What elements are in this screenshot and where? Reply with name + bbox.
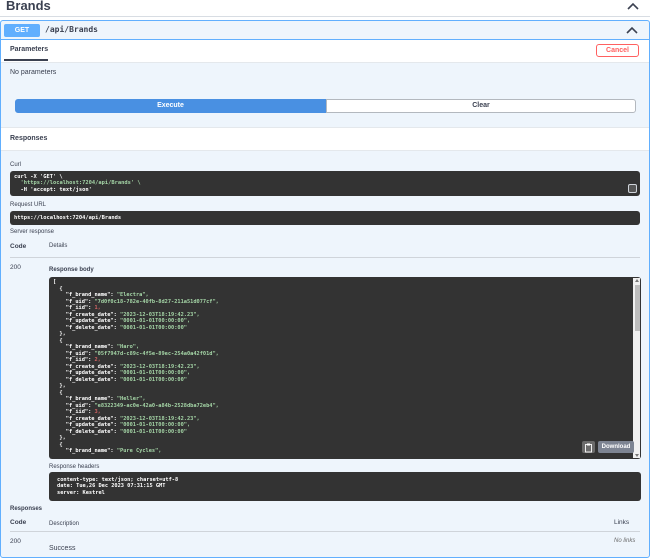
response-body-json: [ { "f_brand_name": "Electra", "f_uid": … [53,279,219,455]
parameters-header: Parameters Cancel [1,40,649,63]
documented-responses-title: Responses [10,506,43,512]
clipboard-glyph [585,443,592,453]
execute-button[interactable]: Execute [15,99,326,113]
response-headers-block[interactable]: content-type: text/json; charset=utf-8 da… [49,472,641,501]
operation-block-get-brands: GET /api/Brands Parameters Cancel No par… [0,20,650,558]
response-body-line: "f_brand_name": "Pure Cycles", [65,448,162,454]
chevron-up-icon[interactable] [625,24,639,38]
chevron-up-icon[interactable] [626,0,640,14]
tag-section-header[interactable]: Brands [0,0,650,17]
column-code: Code [10,243,27,250]
server-response-label: Server response [10,229,55,235]
responses-title: Responses [10,135,48,142]
doc-column-code: Code [10,519,27,526]
doc-response-description: Success [49,545,76,552]
response-headers-text: content-type: text/json; charset=utf-8 da… [57,477,178,496]
active-tab-indicator [4,59,48,61]
tag-title: Brands [6,0,51,13]
curl-code-block[interactable]: curl -X 'GET' \ 'https://localhost:7204/… [10,171,640,196]
curl-label: Curl [10,162,22,168]
response-header-line: date: Tue,26 Dec 2023 07:31:15 GMT [57,483,166,490]
doc-response-links: No links [614,538,636,544]
endpoint-path: /api/Brands [45,25,98,34]
clear-button[interactable]: Clear [326,99,636,113]
tab-parameters[interactable]: Parameters [10,46,48,53]
scroll-down-arrow-icon[interactable] [635,454,639,457]
responses-header: Responses [1,127,649,151]
doc-column-description: Description [49,521,80,527]
table-divider [10,531,640,532]
no-parameters-text: No parameters [10,69,57,76]
operation-summary[interactable]: GET /api/Brands [1,21,649,40]
response-body-block[interactable]: [ { "f_brand_name": "Electra", "f_uid": … [49,277,641,459]
request-url-value: https://localhost:7204/api/Brands [14,215,122,221]
response-header-line: server: Kestrel [57,489,105,496]
doc-response-code: 200 [10,538,21,545]
doc-column-links: Links [614,519,630,526]
cancel-button[interactable]: Cancel [596,44,639,57]
scrollbar-thumb[interactable] [635,285,640,331]
request-url-block[interactable]: https://localhost:7204/api/Brands [10,211,640,225]
download-button[interactable]: Download [598,441,634,453]
response-headers-label: Response headers [49,464,100,470]
clipboard-icon[interactable] [582,441,595,453]
table-divider [10,257,640,258]
curl-command: curl -X 'GET' \ 'https://localhost:7204/… [14,174,141,193]
request-url-label: Request URL [10,202,47,208]
response-body-label: Response body [49,267,94,273]
column-details: Details [49,243,68,249]
http-method-badge: GET [4,24,40,37]
response-code: 200 [10,264,21,271]
scroll-up-arrow-icon[interactable] [635,279,639,282]
copy-icon[interactable] [628,184,637,193]
